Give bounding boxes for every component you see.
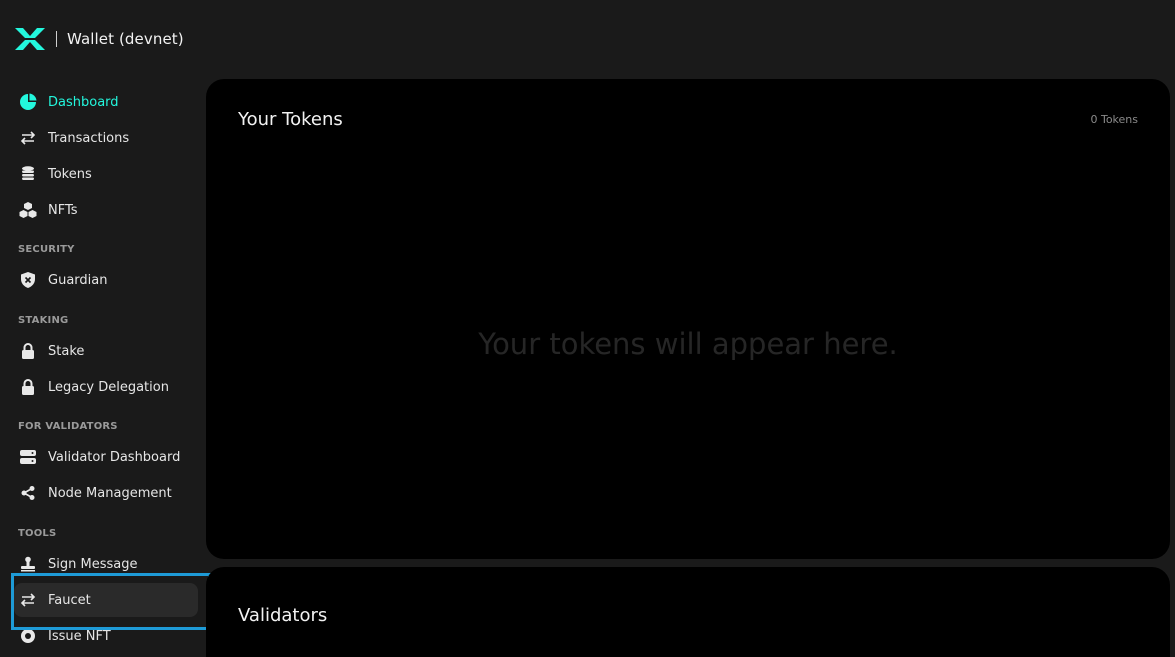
sidebar-item-stake[interactable]: Stake: [14, 334, 198, 368]
section-title-for-validators: FOR VALIDATORS: [18, 421, 118, 432]
tokens-empty-message: Your tokens will appear here.: [478, 327, 898, 361]
sidebar-item-faucet[interactable]: Faucet: [14, 583, 198, 617]
lock-icon: [16, 341, 40, 361]
share-nodes-icon: [16, 483, 40, 503]
sidebar-item-node-management[interactable]: Node Management: [14, 476, 198, 510]
sidebar-item-label: NFTs: [48, 202, 78, 218]
sidebar-item-label: Validator Dashboard: [48, 449, 181, 465]
section-title-tools: TOOLS: [18, 528, 57, 539]
stamp-icon: [16, 554, 40, 574]
sidebar-item-label: Faucet: [48, 592, 91, 608]
multiversx-logo-icon[interactable]: [14, 24, 46, 54]
server-icon: [16, 447, 40, 467]
arrows-swap-icon: [16, 128, 40, 148]
tokens-panel: Your Tokens 0 Tokens Your tokens will ap…: [206, 79, 1170, 559]
brand-header: Wallet (devnet): [14, 24, 184, 54]
sidebar-item-dashboard[interactable]: Dashboard: [14, 85, 198, 119]
sidebar-item-label: Stake: [48, 343, 85, 359]
sidebar-item-guardian[interactable]: Guardian: [14, 263, 198, 297]
app-title: Wallet (devnet): [67, 30, 184, 48]
validators-panel-title: Validators: [238, 605, 328, 626]
sidebar-item-label: Sign Message: [48, 556, 138, 572]
sidebar-item-label: Dashboard: [48, 94, 119, 110]
tokens-panel-title: Your Tokens: [238, 109, 343, 130]
lock-icon: [16, 377, 40, 397]
sidebar-item-label: Transactions: [48, 130, 130, 146]
sidebar-item-validator-dashboard[interactable]: Validator Dashboard: [14, 440, 198, 474]
wallet-app: Wallet (devnet) Dashboard Transactions T…: [0, 0, 1175, 657]
sidebar-item-tokens[interactable]: Tokens: [14, 157, 198, 191]
sidebar-item-sign-message[interactable]: Sign Message: [14, 547, 198, 581]
sidebar-item-transactions[interactable]: Transactions: [14, 121, 198, 155]
validators-panel: Validators: [206, 567, 1170, 657]
cubes-icon: [16, 200, 40, 220]
sidebar-item-legacy-delegation[interactable]: Legacy Delegation: [14, 370, 198, 404]
sidebar-item-label: Issue NFT: [48, 628, 111, 644]
sidebar-item-label: Legacy Delegation: [48, 379, 169, 395]
pie-chart-icon: [16, 92, 40, 112]
brand-divider: [56, 31, 57, 47]
arrows-swap-icon: [16, 590, 40, 610]
sidebar-item-nfts[interactable]: NFTs: [14, 193, 198, 227]
tokens-count: 0 Tokens: [1090, 113, 1138, 126]
section-title-staking: STAKING: [18, 315, 69, 326]
badge-icon: [16, 626, 40, 646]
section-title-security: SECURITY: [18, 244, 75, 255]
shield-icon: [16, 270, 40, 290]
sidebar-item-label: Guardian: [48, 272, 108, 288]
coins-icon: [16, 164, 40, 184]
sidebar-item-label: Tokens: [48, 166, 92, 182]
sidebar-item-label: Node Management: [48, 485, 172, 501]
sidebar-item-issue-nft[interactable]: Issue NFT: [14, 619, 198, 653]
